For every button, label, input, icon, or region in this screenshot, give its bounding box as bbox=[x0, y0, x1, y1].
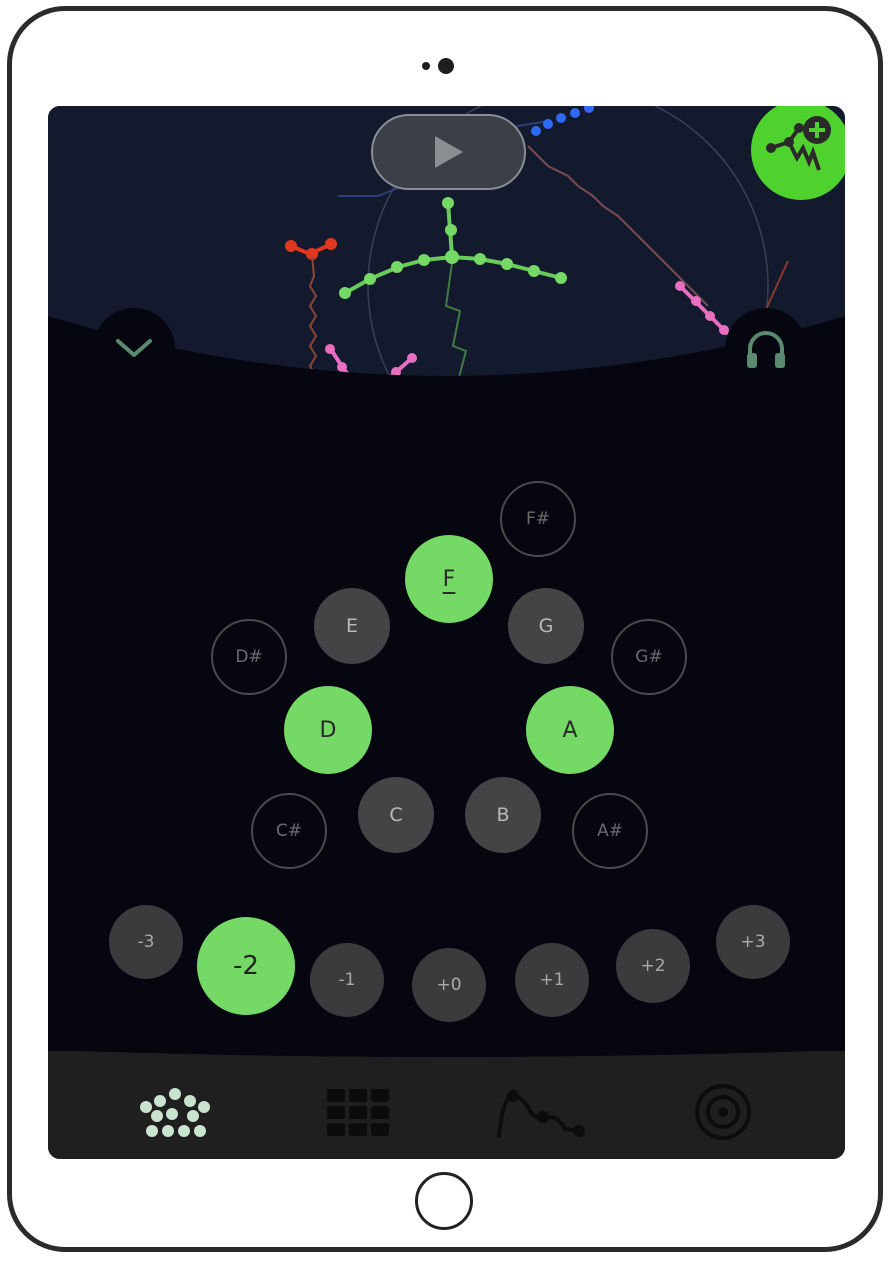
headphones-button[interactable] bbox=[725, 308, 807, 390]
note-label: B bbox=[496, 804, 510, 826]
octave-label: +3 bbox=[740, 932, 766, 952]
app-screen: F# F E G D# G# D A C# C B A# -3 -2 -1 +0 bbox=[48, 106, 845, 1159]
octave-label: +0 bbox=[436, 975, 462, 995]
octave-shift-plus-1[interactable]: +1 bbox=[515, 943, 589, 1017]
home-button[interactable] bbox=[415, 1172, 473, 1230]
chevron-down-icon bbox=[116, 339, 152, 357]
note-key-f-sharp[interactable]: F# bbox=[500, 481, 576, 557]
note-label: F# bbox=[525, 509, 551, 529]
note-key-g[interactable]: G bbox=[508, 588, 584, 664]
camera-lens bbox=[438, 58, 454, 74]
note-key-b[interactable]: B bbox=[465, 777, 541, 853]
note-label: F bbox=[442, 566, 456, 592]
octave-shift-minus-3[interactable]: -3 bbox=[109, 905, 183, 979]
octave-shift-minus-1[interactable]: -1 bbox=[310, 943, 384, 1017]
note-label: C# bbox=[275, 821, 303, 841]
note-label: G# bbox=[635, 647, 663, 667]
add-molecule-icon bbox=[766, 116, 831, 171]
octave-label: +1 bbox=[539, 970, 565, 990]
note-label: C bbox=[389, 804, 403, 826]
grid-icon bbox=[327, 1089, 389, 1136]
tab-grid[interactable] bbox=[293, 1051, 423, 1159]
headphones-icon bbox=[747, 331, 785, 368]
octave-label: -2 bbox=[233, 951, 259, 981]
note-key-a[interactable]: A bbox=[526, 686, 614, 774]
note-label: D# bbox=[235, 647, 263, 667]
add-molecule-button[interactable] bbox=[751, 106, 845, 200]
note-key-a-sharp[interactable]: A# bbox=[572, 793, 648, 869]
tab-record[interactable] bbox=[658, 1051, 788, 1159]
note-key-e[interactable]: E bbox=[314, 588, 390, 664]
note-key-g-sharp[interactable]: G# bbox=[611, 619, 687, 695]
note-key-d-sharp[interactable]: D# bbox=[211, 619, 287, 695]
octave-shift-plus-2[interactable]: +2 bbox=[616, 929, 690, 1003]
octave-shift-minus-2[interactable]: -2 bbox=[197, 917, 295, 1015]
curve-icon bbox=[497, 1090, 585, 1138]
octave-label: -1 bbox=[338, 970, 356, 990]
note-label: A bbox=[562, 717, 578, 743]
note-key-c[interactable]: C bbox=[358, 777, 434, 853]
bottom-tab-bar bbox=[48, 1050, 845, 1159]
note-key-c-sharp[interactable]: C# bbox=[251, 793, 327, 869]
play-icon bbox=[434, 136, 463, 168]
octave-shift-plus-3[interactable]: +3 bbox=[716, 905, 790, 979]
octave-label: -3 bbox=[137, 932, 155, 952]
note-label: D bbox=[319, 717, 337, 743]
note-label: A# bbox=[597, 821, 623, 841]
play-button[interactable] bbox=[371, 114, 526, 190]
note-key-d[interactable]: D bbox=[284, 686, 372, 774]
octave-label: +2 bbox=[640, 956, 666, 976]
note-key-f[interactable]: F bbox=[405, 535, 493, 623]
note-label: E bbox=[345, 615, 358, 637]
octave-shift-zero[interactable]: +0 bbox=[412, 948, 486, 1022]
camera-sensor bbox=[422, 62, 430, 70]
collapse-button[interactable] bbox=[93, 308, 175, 390]
record-target-icon bbox=[695, 1084, 751, 1140]
tab-curve[interactable] bbox=[475, 1051, 605, 1159]
tab-notes[interactable] bbox=[110, 1051, 240, 1159]
note-cluster-icon bbox=[140, 1088, 210, 1137]
note-label: G bbox=[538, 615, 554, 637]
